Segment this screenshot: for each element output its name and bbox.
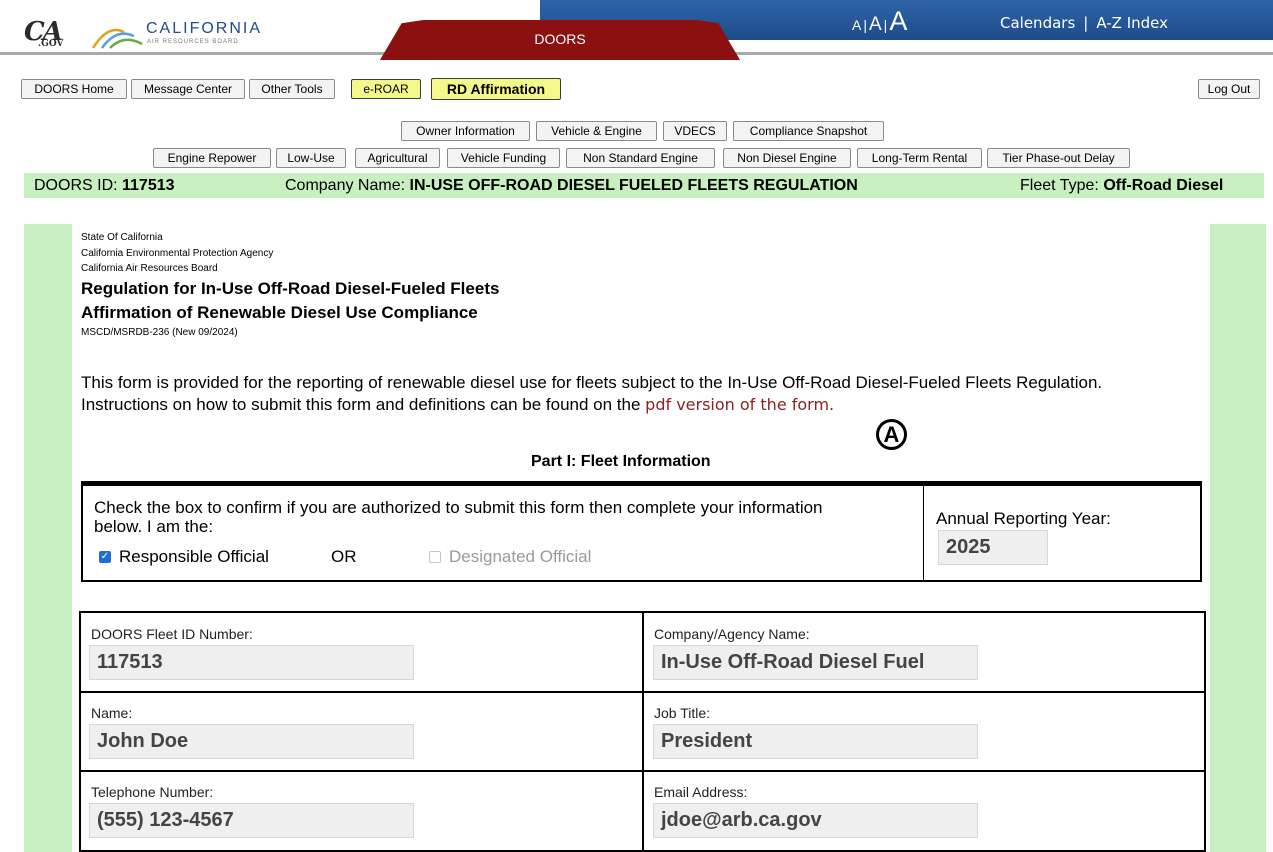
site-header: DOORS CA .GOV CALIFORNIA AIR RESOURCES B…	[0, 0, 1273, 60]
form-title-1: Regulation for In-Use Off-Road Diesel-Fu…	[81, 279, 500, 298]
company-agency-label: Company/Agency Name:	[654, 626, 810, 642]
responsible-official-option[interactable]: ✓ Responsible Official	[99, 547, 269, 567]
calendars-link[interactable]: Calendars	[1000, 14, 1075, 32]
agency-line-2: California Environmental Protection Agen…	[81, 248, 274, 259]
email-label: Email Address:	[654, 784, 748, 800]
designated-official-option[interactable]: Designated Official	[429, 547, 591, 567]
form-title-2: Affirmation of Renewable Diesel Use Comp…	[81, 303, 478, 322]
az-index-link[interactable]: A-Z Index	[1096, 14, 1168, 32]
doors-home-button[interactable]: DOORS Home	[21, 79, 127, 99]
font-large-button[interactable]: A	[889, 6, 907, 37]
job-title-label: Job Title:	[654, 705, 711, 721]
authorization-box: Check the box to confirm if you are auth…	[81, 481, 1202, 582]
font-small-button[interactable]: A	[852, 17, 861, 33]
telephone-label: Telephone Number:	[91, 784, 214, 800]
authorization-divider	[923, 486, 924, 580]
font-size-controls: A | A |A	[852, 6, 908, 37]
fleet-type: Fleet Type: Off-Road Diesel	[1020, 177, 1224, 194]
log-out-button[interactable]: Log Out	[1198, 79, 1260, 99]
name-label: Name:	[91, 705, 133, 721]
compliance-snapshot-button[interactable]: Compliance Snapshot	[733, 121, 884, 141]
designated-official-checkbox[interactable]	[429, 551, 441, 563]
carb-logo[interactable]: CALIFORNIA AIR RESOURCES BOARD	[90, 18, 290, 52]
agency-line-1: State Of California	[81, 232, 163, 243]
fleet-info-band: DOORS ID: 117513 Company Name: IN-USE OF…	[24, 173, 1264, 198]
font-medium-button[interactable]: A	[869, 14, 882, 36]
company-agency-input[interactable]: In-Use Off-Road Diesel Fuel	[653, 645, 978, 680]
cagov-logo[interactable]: CA .GOV	[24, 17, 63, 49]
responsible-official-checkbox[interactable]: ✓	[99, 551, 111, 563]
fleet-info-table: DOORS Fleet ID Number: 117513 Company/Ag…	[79, 611, 1206, 852]
header-links: Calendars | A-Z Index	[1000, 14, 1169, 32]
table-column-divider	[642, 613, 644, 852]
name-input[interactable]: John Doe	[89, 724, 414, 759]
eroar-button[interactable]: e-ROAR	[351, 79, 421, 99]
tier-phase-out-delay-button[interactable]: Tier Phase-out Delay	[987, 148, 1130, 168]
non-standard-engine-button[interactable]: Non Standard Engine	[566, 148, 715, 168]
callout-a-marker: A	[876, 419, 907, 450]
engine-repower-button[interactable]: Engine Repower	[153, 148, 271, 168]
message-center-button[interactable]: Message Center	[131, 79, 245, 99]
annual-year-label: Annual Reporting Year:	[936, 509, 1111, 528]
carb-name: CALIFORNIA	[146, 20, 263, 37]
annual-year-input[interactable]: 2025	[938, 530, 1048, 565]
pdf-version-link[interactable]: pdf version of the form.	[645, 395, 834, 414]
long-term-rental-button[interactable]: Long-Term Rental	[857, 148, 982, 168]
vehicle-engine-button[interactable]: Vehicle & Engine	[536, 121, 657, 141]
other-tools-button[interactable]: Other Tools	[249, 79, 335, 99]
authorization-instructions: Check the box to confirm if you are auth…	[94, 498, 823, 536]
owner-information-button[interactable]: Owner Information	[401, 121, 530, 141]
rd-affirmation-button[interactable]: RD Affirmation	[431, 78, 561, 100]
left-margin-band	[24, 224, 72, 852]
doors-id: DOORS ID: 117513	[34, 177, 175, 194]
or-label: OR	[331, 547, 357, 566]
doors-tab[interactable]: DOORS	[380, 20, 740, 60]
agency-line-3: California Air Resources Board	[81, 263, 218, 274]
doors-tab-label: DOORS	[534, 31, 586, 47]
telephone-input[interactable]: (555) 123-4567	[89, 803, 414, 838]
company-name: Company Name: IN-USE OFF-ROAD DIESEL FUE…	[285, 177, 858, 194]
vdecs-button[interactable]: VDECS	[663, 121, 727, 141]
intro-paragraph: This form is provided for the reporting …	[81, 373, 1103, 414]
carb-subname: AIR RESOURCES BOARD	[147, 39, 239, 45]
carb-arc-icon	[91, 28, 143, 49]
fleet-id-input[interactable]: 117513	[89, 645, 414, 680]
email-input[interactable]: jdoe@arb.ca.gov	[653, 803, 978, 838]
vehicle-funding-button[interactable]: Vehicle Funding	[447, 148, 560, 168]
part1-heading: Part I: Fleet Information	[531, 453, 711, 470]
right-margin-band	[1210, 224, 1266, 852]
form-code: MSCD/MSRDB-236 (New 09/2024)	[81, 327, 238, 338]
non-diesel-engine-button[interactable]: Non Diesel Engine	[723, 148, 851, 168]
agricultural-button[interactable]: Agricultural	[355, 148, 440, 168]
table-row-divider	[81, 691, 1204, 693]
low-use-button[interactable]: Low-Use	[276, 148, 346, 168]
table-row-divider	[81, 770, 1204, 772]
fleet-id-label: DOORS Fleet ID Number:	[91, 626, 253, 642]
job-title-input[interactable]: President	[653, 724, 978, 759]
